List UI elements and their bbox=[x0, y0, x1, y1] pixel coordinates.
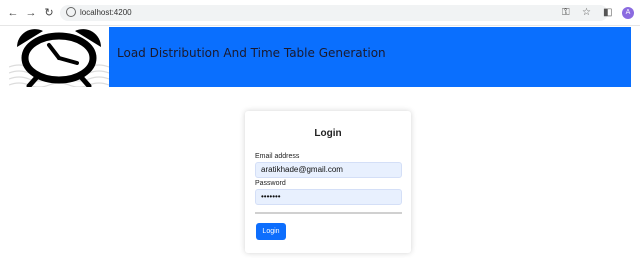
side-panel-icon[interactable]: ◧ bbox=[603, 6, 612, 20]
email-label: Email address bbox=[255, 153, 300, 160]
star-icon[interactable]: ☆ bbox=[582, 6, 591, 20]
password-label: Password bbox=[255, 180, 286, 187]
app-title: Load Distribution And Time Table Generat… bbox=[117, 46, 386, 60]
app-header: Load Distribution And Time Table Generat… bbox=[9, 27, 631, 87]
site-info-icon[interactable] bbox=[66, 7, 76, 17]
login-title: Login bbox=[314, 128, 342, 139]
forward-icon[interactable]: → bbox=[24, 6, 38, 20]
profile-avatar[interactable]: A bbox=[622, 7, 634, 19]
divider bbox=[255, 212, 402, 214]
url-text: localhost:4200 bbox=[80, 8, 132, 17]
address-bar[interactable]: localhost:4200 bbox=[60, 5, 608, 21]
password-field[interactable]: ••••••• bbox=[255, 189, 402, 205]
alarm-clock-icon bbox=[9, 29, 109, 87]
key-icon[interactable]: ⚿ bbox=[562, 6, 570, 20]
alarm-clock-logo bbox=[9, 27, 109, 87]
login-card: Login Email address aratikhade@gmail.com… bbox=[245, 111, 411, 253]
login-button[interactable]: Login bbox=[256, 223, 286, 240]
reload-icon[interactable]: ↻ bbox=[42, 6, 56, 20]
back-icon[interactable]: ← bbox=[6, 6, 20, 20]
browser-toolbar: ← → ↻ localhost:4200 ⚿ ☆ ◧ A bbox=[0, 0, 640, 26]
email-field[interactable]: aratikhade@gmail.com bbox=[255, 162, 402, 178]
